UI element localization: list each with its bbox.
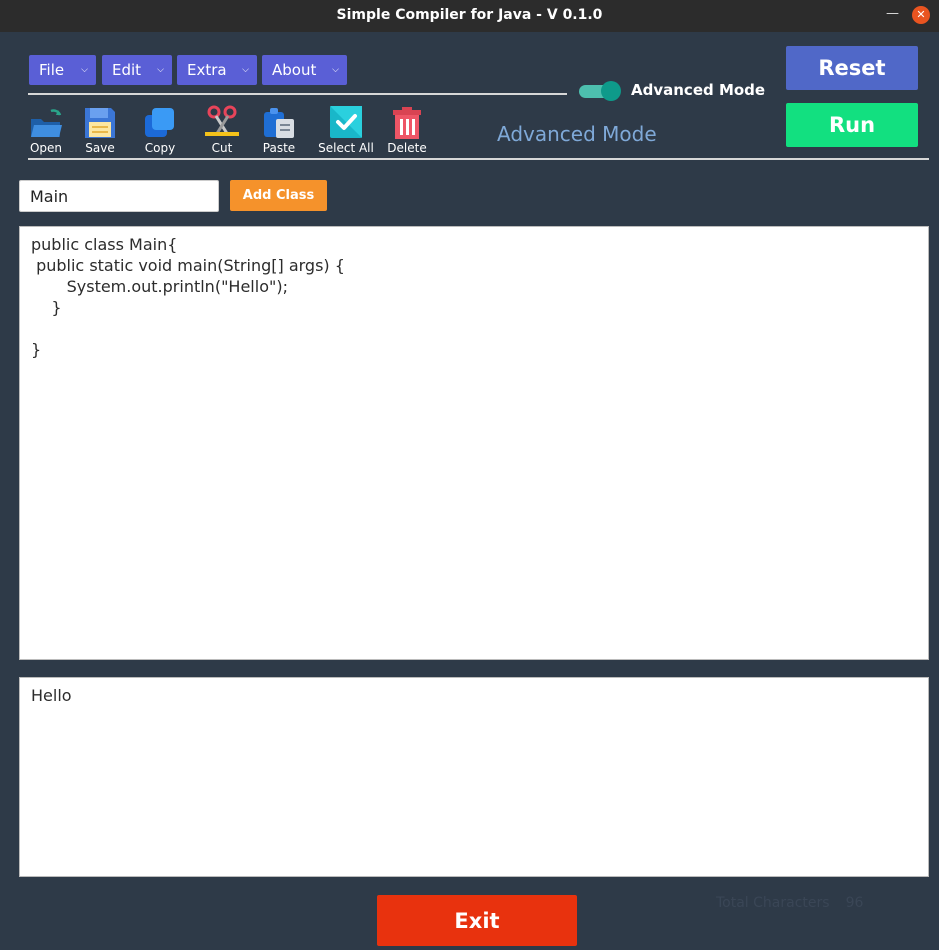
window-title: Simple Compiler for Java - V 0.1.0 (336, 7, 603, 23)
menu-label: Edit (112, 61, 142, 79)
menu-file[interactable]: File ⌵ (29, 55, 96, 85)
reset-button[interactable]: Reset (786, 46, 918, 90)
close-button[interactable]: ✕ (912, 6, 930, 24)
toolbar-label: Paste (262, 141, 296, 155)
character-count: Total Characters 96 (716, 895, 863, 911)
exit-button[interactable]: Exit (377, 895, 577, 946)
mode-indicator: Advanced Mode (497, 122, 657, 146)
code-editor[interactable]: public class Main{ public static void ma… (19, 226, 929, 660)
character-count-label: Total Characters (716, 895, 830, 911)
chevron-down-icon: ⌵ (81, 65, 88, 75)
minimize-button[interactable]: — (886, 6, 899, 21)
title-bar: Simple Compiler for Java - V 0.1.0 — ✕ (0, 0, 939, 32)
chevron-down-icon: ⌵ (157, 65, 164, 75)
delete-button[interactable]: Delete (375, 103, 439, 155)
menu-extra[interactable]: Extra ⌵ (177, 55, 257, 85)
save-button[interactable]: Save (68, 103, 132, 155)
advanced-mode-toggle[interactable] (579, 81, 623, 101)
menu-label: About (272, 61, 317, 79)
floppy-disk-icon (68, 103, 132, 139)
output-console: Hello (19, 677, 929, 877)
select-all-button[interactable]: Select All (314, 103, 378, 155)
toolbar-label: Delete (387, 141, 427, 155)
scissors-icon (190, 103, 254, 139)
character-count-value: 96 (845, 895, 864, 911)
copy-button[interactable]: Copy (128, 103, 192, 155)
menu-label: File (39, 61, 65, 79)
toolbar-divider (28, 158, 929, 160)
chevron-down-icon: ⌵ (332, 65, 339, 75)
menu-edit[interactable]: Edit ⌵ (102, 55, 172, 85)
menu-divider (28, 93, 567, 95)
menu-label: Extra (187, 61, 227, 79)
paste-button[interactable]: Paste (247, 103, 311, 155)
toolbar-label: Select All (318, 141, 374, 155)
clipboard-icon (247, 103, 311, 139)
toolbar-label: Copy (144, 141, 176, 155)
run-button[interactable]: Run (786, 103, 918, 147)
add-class-button[interactable]: Add Class (230, 180, 327, 211)
advanced-mode-label: Advanced Mode (631, 81, 766, 99)
toolbar-label: Save (85, 141, 115, 155)
menu-about[interactable]: About ⌵ (262, 55, 347, 85)
toolbar-label: Cut (211, 141, 233, 155)
class-name-input[interactable] (19, 180, 219, 212)
trash-icon (375, 103, 439, 139)
chevron-down-icon: ⌵ (242, 65, 249, 75)
checkbox-icon (314, 103, 378, 139)
cut-button[interactable]: Cut (190, 103, 254, 155)
copy-icon (128, 103, 192, 139)
